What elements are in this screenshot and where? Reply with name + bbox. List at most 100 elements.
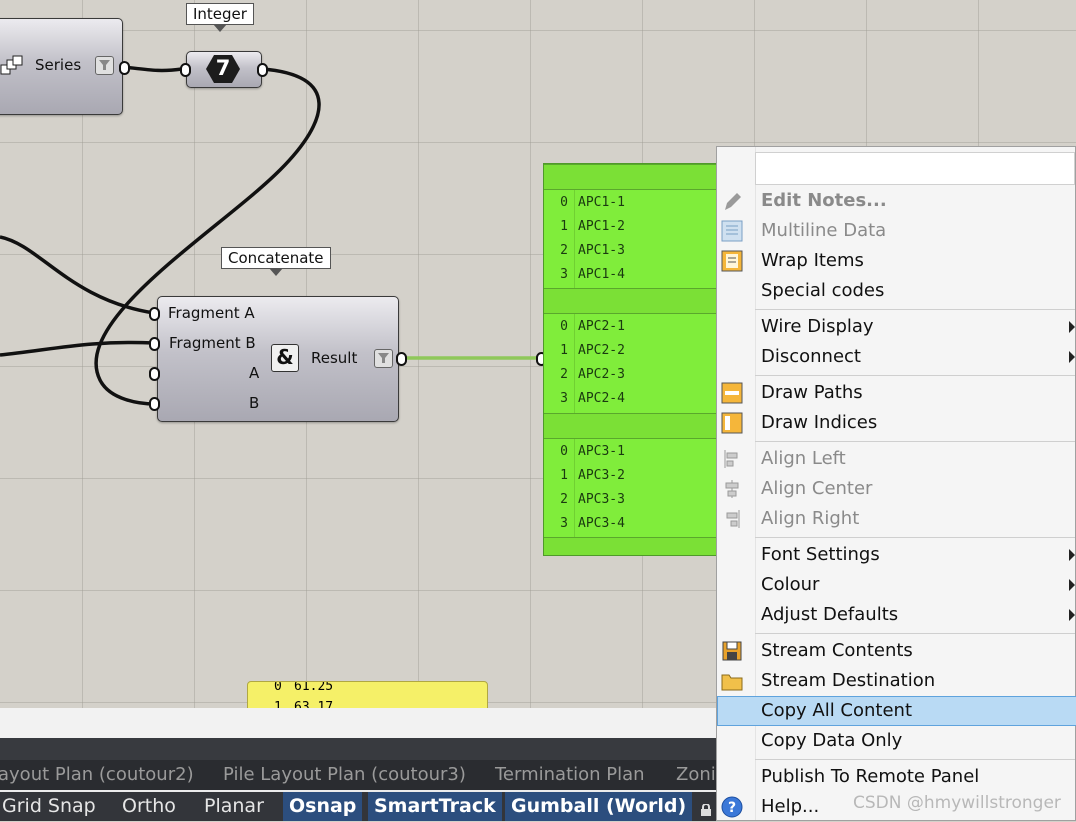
menu-item-align-right[interactable]: Align Right — [717, 504, 1076, 534]
panel-row: 0 APC2-1 — [560, 319, 625, 334]
panel-row: 2 APC3-3 — [560, 492, 625, 507]
panel-row: 0 APC3-1 — [560, 444, 625, 459]
input-fragment-a: Fragment A — [168, 304, 255, 322]
align-right-icon — [721, 508, 743, 530]
menu-item-copy-all-content[interactable]: Copy All Content — [717, 696, 1076, 726]
menu-separator — [755, 633, 1075, 634]
integer-value: 7 — [215, 56, 231, 80]
menu-item-publish-remote-panel[interactable]: Publish To Remote Panel — [717, 762, 1076, 792]
menu-separator — [755, 441, 1075, 442]
status-toggles: Grid Snap Ortho Planar Osnap SmartTrack … — [0, 792, 720, 821]
layout-tab[interactable]: ayout Plan (coutour2) — [0, 764, 194, 785]
integer-output-port[interactable] — [257, 63, 268, 77]
submenu-arrow-icon — [1069, 351, 1075, 363]
ortho-toggle[interactable]: Ortho — [116, 792, 182, 821]
menu-item-colour[interactable]: Colour — [717, 570, 1076, 600]
submenu-arrow-icon — [1069, 579, 1075, 591]
submenu-arrow-icon — [1069, 549, 1075, 561]
series-icon — [0, 55, 23, 79]
group-header — [544, 288, 724, 314]
panel-row: 3 APC1-4 — [560, 267, 625, 282]
menu-separator — [755, 759, 1075, 760]
align-center-icon — [721, 478, 743, 500]
panel-footer — [544, 537, 724, 555]
command-area — [0, 708, 720, 739]
panel-row: 2 APC2-3 — [560, 367, 625, 382]
panel-row: 1 APC3-2 — [560, 468, 625, 483]
filter-icon — [374, 349, 393, 368]
menu-item-adjust-defaults[interactable]: Adjust Defaults — [717, 600, 1076, 630]
submenu-arrow-icon — [1069, 609, 1075, 621]
menu-item-edit-notes[interactable]: Edit Notes... — [717, 186, 1076, 216]
result-output-port[interactable] — [396, 352, 407, 366]
integer-badge: 7 — [205, 54, 241, 84]
layout-tabs: ayout Plan (coutour2) Pile Layout Plan (… — [0, 760, 720, 790]
a-port[interactable] — [149, 367, 160, 381]
panel-row: 3 APC3-4 — [560, 516, 625, 531]
indices-icon — [721, 412, 743, 434]
integer-component[interactable]: 7 — [186, 51, 262, 88]
menu-item-draw-indices[interactable]: Draw Indices — [717, 408, 1076, 438]
panel-name-field[interactable] — [755, 152, 1075, 185]
multiline-icon — [721, 220, 743, 242]
osnap-toggle[interactable]: Osnap — [283, 792, 363, 821]
series-component[interactable]: Series — [0, 18, 123, 115]
help-icon: ? — [721, 796, 743, 818]
folder-icon — [721, 670, 743, 692]
input-fragment-b: Fragment B — [169, 334, 256, 352]
menu-item-align-center[interactable]: Align Center — [717, 474, 1076, 504]
series-output-label: Series — [35, 56, 82, 74]
menu-item-font-settings[interactable]: Font Settings — [717, 540, 1076, 570]
panel-row: 1 APC2-2 — [560, 343, 625, 358]
menu-item-copy-data-only[interactable]: Copy Data Only — [717, 726, 1076, 756]
input-b: B — [249, 394, 260, 412]
group-header — [544, 413, 724, 439]
filter-icon — [95, 56, 114, 75]
series-output-port[interactable] — [119, 61, 130, 75]
smarttrack-toggle[interactable]: SmartTrack — [368, 792, 502, 821]
concatenate-component[interactable]: Fragment A Fragment B A B & Result — [157, 296, 399, 422]
pencil-icon — [721, 190, 743, 212]
menu-item-stream-contents[interactable]: Stream Contents — [717, 636, 1076, 666]
data-panel[interactable]: 0 APC1-1 1 APC1-2 2 APC1-3 3 APC1-4 0 APC2-1 … — [543, 163, 725, 556]
menu-item-align-left[interactable]: Align Left — [717, 444, 1076, 474]
panel-row: 0 61.25 — [274, 681, 334, 694]
concatenate-tooltip: Concatenate — [221, 247, 331, 276]
rhino-status-area: ayout Plan (coutour2) Pile Layout Plan (… — [0, 708, 720, 821]
layout-tab[interactable]: Zoni — [676, 764, 716, 785]
output-result-label: Result — [311, 349, 358, 367]
concatenate-icon: & — [271, 344, 299, 372]
integer-tooltip: Integer — [186, 3, 254, 32]
group-header — [544, 164, 724, 190]
watermark: CSDN @hmywillstronger — [853, 793, 1061, 813]
menu-item-draw-paths[interactable]: Draw Paths — [717, 378, 1076, 408]
context-menu: Edit Notes... Multiline Data Wrap Items … — [716, 146, 1076, 821]
lock-icon[interactable] — [700, 801, 712, 816]
fragment-a-port[interactable] — [149, 307, 160, 321]
menu-item-special-codes[interactable]: Special codes — [717, 276, 1076, 306]
menu-separator — [755, 309, 1075, 310]
menu-item-stream-destination[interactable]: Stream Destination — [717, 666, 1076, 696]
save-icon — [721, 640, 743, 662]
gumball-toggle[interactable]: Gumball (World) — [505, 792, 693, 821]
submenu-arrow-icon — [1069, 321, 1075, 333]
panel-row: 2 APC1-3 — [560, 243, 625, 258]
grid-snap-toggle[interactable]: Grid Snap — [0, 792, 102, 821]
layout-tab[interactable]: Pile Layout Plan (coutour3) — [223, 764, 466, 785]
integer-input-port[interactable] — [180, 63, 191, 77]
menu-item-wrap-items[interactable]: Wrap Items — [717, 246, 1076, 276]
fragment-b-port[interactable] — [149, 337, 160, 351]
b-port[interactable] — [149, 397, 160, 411]
menu-item-multiline-data[interactable]: Multiline Data — [717, 216, 1076, 246]
panel-row: 0 APC1-1 — [560, 195, 625, 210]
yellow-panel[interactable]: 0 61.25 1 63.17 — [247, 681, 488, 708]
menu-item-wire-display[interactable]: Wire Display — [717, 312, 1076, 342]
input-a: A — [249, 364, 260, 382]
panel-row: 1 63.17 — [274, 700, 334, 708]
align-left-icon — [721, 448, 743, 470]
svg-text:?: ? — [728, 800, 736, 816]
layout-tab[interactable]: Termination Plan — [495, 764, 645, 785]
menu-item-disconnect[interactable]: Disconnect — [717, 342, 1076, 372]
planar-toggle[interactable]: Planar — [198, 792, 270, 821]
wrap-icon — [721, 250, 743, 272]
